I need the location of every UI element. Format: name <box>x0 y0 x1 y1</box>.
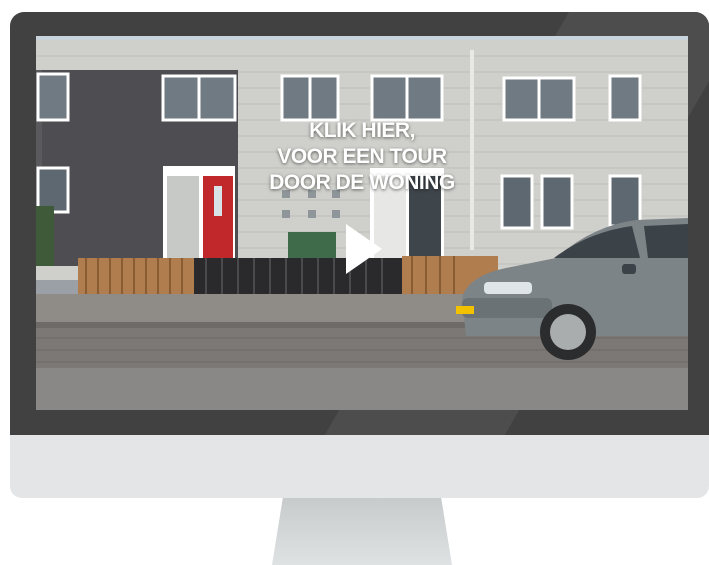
cta-line-1: KLIK HIER, <box>309 119 415 142</box>
desktop-monitor: KLIK HIER, VOOR EEN TOUR DOOR DE WONING <box>10 12 709 498</box>
monitor-bezel: KLIK HIER, VOOR EEN TOUR DOOR DE WONING <box>10 12 709 435</box>
cta-line-2: VOOR EEN TOUR <box>277 145 447 168</box>
play-button[interactable] <box>344 222 384 276</box>
monitor-chin <box>10 435 709 498</box>
monitor-stand <box>272 498 452 565</box>
play-icon <box>346 224 382 274</box>
video-cta-text[interactable]: KLIK HIER, VOOR EEN TOUR DOOR DE WONING <box>212 118 512 196</box>
cta-line-3: DOOR DE WONING <box>269 171 455 194</box>
video-player[interactable]: KLIK HIER, VOOR EEN TOUR DOOR DE WONING <box>36 36 688 410</box>
